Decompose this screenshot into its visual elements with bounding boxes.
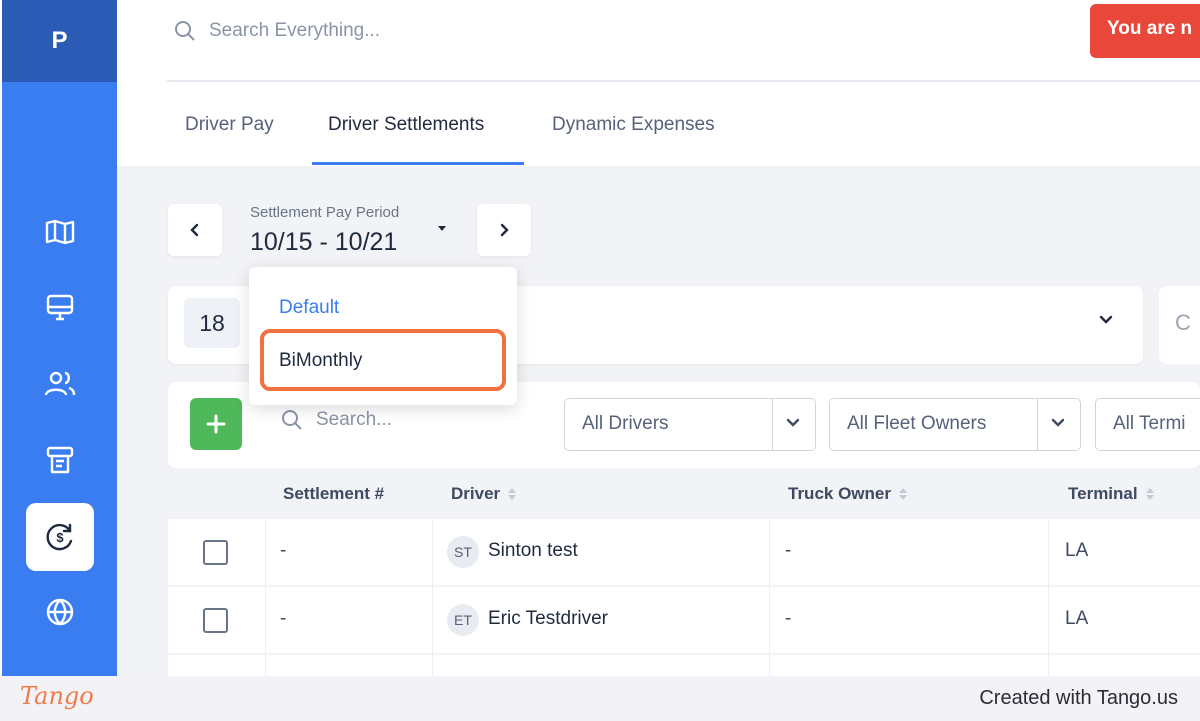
chevron-down-icon[interactable] xyxy=(1098,314,1114,326)
cell-divider xyxy=(1048,519,1049,585)
cell-divider xyxy=(265,519,266,585)
svg-text:$: $ xyxy=(56,530,64,545)
select-separator xyxy=(1037,399,1038,450)
plus-icon xyxy=(206,414,226,434)
row-checkbox[interactable] xyxy=(203,608,228,633)
avatar: ST xyxy=(447,536,479,568)
tab-dynamic-expenses[interactable]: Dynamic Expenses xyxy=(552,114,715,136)
select-separator xyxy=(772,399,773,450)
alert-button[interactable]: You are n xyxy=(1090,4,1200,58)
secondary-filter-card[interactable]: C xyxy=(1159,286,1200,364)
column-header-driver[interactable]: Driver xyxy=(451,484,517,504)
global-search-placeholder: Search Everything... xyxy=(209,20,381,41)
table-search-input[interactable]: Search... xyxy=(280,408,392,432)
column-header-terminal[interactable]: Terminal xyxy=(1068,484,1154,504)
column-header-truck-owner[interactable]: Truck Owner xyxy=(788,484,907,504)
terminals-select[interactable]: All Termi xyxy=(1095,398,1200,451)
chevron-down-icon[interactable] xyxy=(785,417,801,429)
secondary-filter-text: C xyxy=(1175,310,1191,335)
cell-divider xyxy=(432,655,433,676)
top-header: Search Everything... You are n Driver Pa… xyxy=(117,0,1200,166)
settlement-number: - xyxy=(280,608,287,629)
global-search[interactable]: Search Everything... xyxy=(173,14,573,48)
sort-icon[interactable] xyxy=(898,488,907,500)
dollar-cycle-icon[interactable]: $ xyxy=(26,503,94,571)
cell-divider xyxy=(769,519,770,585)
cell-divider xyxy=(432,519,433,585)
table-search-placeholder: Search... xyxy=(316,409,393,430)
table-row[interactable]: - ST Sinton test - LA xyxy=(168,519,1200,585)
driver-name[interactable]: Sinton test xyxy=(488,540,578,562)
chevron-left-icon xyxy=(190,223,199,237)
truck-owner: - xyxy=(785,540,792,561)
active-tab-indicator xyxy=(312,162,524,165)
column-header-label: Driver xyxy=(451,484,501,503)
header-divider xyxy=(167,80,1200,82)
terminal: LA xyxy=(1065,608,1089,629)
pay-period-value[interactable]: 10/15 - 10/21 xyxy=(250,228,397,257)
option-default[interactable]: Default xyxy=(279,297,339,319)
drivers-select[interactable]: All Drivers xyxy=(564,398,816,451)
users-icon[interactable] xyxy=(38,362,82,406)
tab-driver-settlements[interactable]: Driver Settlements xyxy=(328,114,484,136)
chevron-down-icon[interactable] xyxy=(1050,417,1066,429)
cell-divider xyxy=(432,587,433,653)
column-header-label: Truck Owner xyxy=(788,484,891,503)
fleet-owners-select[interactable]: All Fleet Owners xyxy=(829,398,1081,451)
truck-owner: - xyxy=(785,608,792,629)
column-header-label: Terminal xyxy=(1068,484,1138,503)
tango-footer: Tango Created with Tango.us xyxy=(0,676,1200,721)
search-icon xyxy=(175,21,195,41)
pay-period-label: Settlement Pay Period xyxy=(250,204,400,221)
app-logo[interactable]: P xyxy=(2,0,117,82)
cell-divider xyxy=(769,655,770,676)
fleet-owners-select-value: All Fleet Owners xyxy=(847,413,987,434)
monitor-icon[interactable] xyxy=(38,286,82,330)
tab-driver-pay[interactable]: Driver Pay xyxy=(185,114,274,136)
sort-icon[interactable] xyxy=(1145,488,1154,500)
previous-period-button[interactable] xyxy=(168,204,222,256)
driver-name[interactable]: Eric Testdriver xyxy=(488,608,608,630)
column-header-settlement[interactable]: Settlement # xyxy=(283,484,384,504)
tango-logo: Tango xyxy=(20,682,94,710)
sort-icon[interactable] xyxy=(508,488,517,500)
cell-divider xyxy=(1048,587,1049,653)
row-checkbox[interactable] xyxy=(203,540,228,565)
cell-divider xyxy=(265,587,266,653)
table-row[interactable] xyxy=(168,655,1200,676)
logo-text: P xyxy=(51,27,68,54)
settlement-number: - xyxy=(280,540,287,561)
receipt-icon[interactable] xyxy=(38,438,82,482)
map-icon[interactable] xyxy=(38,210,82,254)
next-period-button[interactable] xyxy=(477,204,531,256)
add-settlement-button[interactable] xyxy=(190,398,242,450)
table-row[interactable]: - ET Eric Testdriver - LA xyxy=(168,587,1200,653)
caret-down-icon[interactable] xyxy=(438,226,446,231)
sidebar: P $ xyxy=(2,0,117,676)
chevron-right-icon xyxy=(500,223,509,237)
drivers-select-value: All Drivers xyxy=(582,413,669,434)
cell-divider xyxy=(769,587,770,653)
terminal: LA xyxy=(1065,540,1089,561)
settlement-count: 18 xyxy=(184,298,240,348)
cell-divider xyxy=(1048,655,1049,676)
cell-divider xyxy=(265,655,266,676)
column-header-label: Settlement # xyxy=(283,484,385,503)
highlight-box xyxy=(260,329,506,391)
globe-icon[interactable] xyxy=(38,590,82,634)
footer-credit: Created with Tango.us xyxy=(979,687,1178,709)
terminals-select-value: All Termi xyxy=(1113,413,1186,434)
avatar: ET xyxy=(447,604,479,636)
search-icon xyxy=(282,410,302,430)
